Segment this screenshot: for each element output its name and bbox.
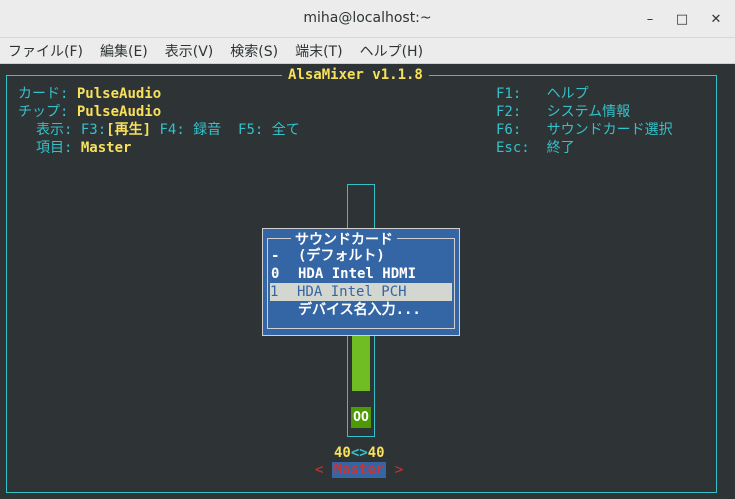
terminal-area[interactable]: AlsaMixer v1.1.8 カード: PulseAudio チップ: Pu… [0, 65, 735, 499]
menu-help[interactable]: ヘルプ(H) [360, 41, 423, 61]
card-line: カード: PulseAudio [18, 85, 161, 103]
item-line: 項目: Master [36, 139, 131, 157]
help-esc-key: Esc: [496, 140, 530, 156]
item-value: Master [80, 140, 132, 156]
help-esc-text: 終了 [546, 140, 575, 156]
soundcard-item-pch[interactable]: 1 HDA Intel PCH [270, 283, 452, 301]
view-current: [再生] [106, 122, 152, 138]
volume-bar-fill [352, 335, 370, 391]
soundcard-item-key: 1 [270, 284, 279, 300]
menu-terminal[interactable]: 端末(T) [295, 41, 342, 61]
soundcard-item-enter-device[interactable]: デバイス名入力... [271, 301, 452, 319]
minimize-button[interactable]: – [640, 9, 660, 29]
channel-label[interactable]: < Master > [315, 462, 403, 478]
help-f2-key: F2: [496, 104, 522, 120]
alsamixer-title: AlsaMixer v1.1.8 [282, 67, 429, 83]
view-f3-key: F3: [80, 122, 107, 138]
mute-indicator[interactable]: OO [351, 407, 371, 428]
close-button[interactable]: ✕ [706, 9, 726, 29]
view-line: 表示: F3:[再生] F4: 録音 F5: 全て [36, 121, 300, 139]
soundcard-item-label: HDA Intel PCH [297, 284, 407, 300]
view-label: 表示: [36, 122, 73, 138]
channel-arrow-left: < [315, 462, 324, 478]
soundcard-item-label: (デフォルト) [298, 248, 385, 264]
channel-name: Master [331, 462, 387, 478]
soundcard-item-label: HDA Intel HDMI [298, 266, 417, 282]
help-f1: F1: ヘルプ [496, 85, 589, 103]
help-f6-text: サウンドカード選択 [546, 122, 673, 138]
soundcard-item-hdmi[interactable]: 0 HDA Intel HDMI [271, 265, 452, 283]
menu-view[interactable]: 表示(V) [165, 41, 214, 61]
soundcard-item-key: 0 [271, 266, 280, 282]
chip-line: チップ: PulseAudio [18, 103, 161, 121]
volume-levels: 40<>40 [334, 445, 385, 461]
menu-search[interactable]: 検索(S) [230, 41, 278, 61]
maximize-button[interactable]: □ [672, 9, 692, 29]
level-separator: <> [350, 445, 368, 461]
level-right: 40 [367, 445, 385, 461]
soundcard-dialog-title: サウンドカード [291, 229, 397, 249]
view-f5: F5: 全て [238, 122, 300, 138]
help-f6: F6: サウンドカード選択 [496, 121, 673, 139]
window-title: miha@localhost:~ [303, 10, 432, 26]
help-f6-key: F6: [496, 122, 522, 138]
soundcard-item-default[interactable]: - (デフォルト) [271, 247, 452, 265]
channel-arrow-right: > [394, 462, 404, 478]
menu-bar: ファイル(F) 編集(E) 表示(V) 検索(S) 端末(T) ヘルプ(H) [0, 38, 735, 64]
window-titlebar[interactable]: miha@localhost:~ – □ ✕ [0, 0, 735, 38]
card-value: PulseAudio [76, 86, 162, 102]
view-f4: F4: 録音 [159, 122, 222, 138]
menu-edit[interactable]: 編集(E) [100, 41, 148, 61]
help-f1-key: F1: [496, 86, 522, 102]
help-f1-text: ヘルプ [546, 86, 589, 102]
soundcard-item-key: - [271, 248, 280, 264]
level-left: 40 [334, 445, 351, 461]
item-label: 項目: [36, 140, 73, 156]
chip-value: PulseAudio [76, 104, 162, 120]
help-f2: F2: システム情報 [496, 103, 630, 121]
chip-label: チップ: [18, 104, 69, 120]
card-label: カード: [18, 86, 69, 102]
help-esc: Esc: 終了 [496, 139, 575, 157]
menu-file[interactable]: ファイル(F) [8, 41, 83, 61]
soundcard-item-label: デバイス名入力... [298, 302, 421, 318]
soundcard-dialog: サウンドカード - (デフォルト) 0 HDA Intel HDMI 1 HDA In… [262, 228, 460, 336]
help-f2-text: システム情報 [546, 104, 631, 120]
